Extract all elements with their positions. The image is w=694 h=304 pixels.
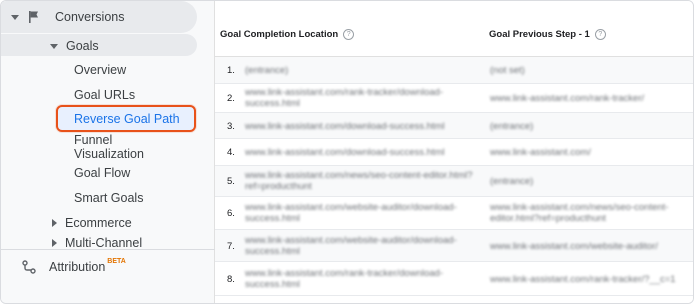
- goal-location-cell: www.link-assistant.com/website-auditor/d…: [245, 235, 457, 257]
- sidebar-item-label: Goal URLs: [74, 88, 136, 102]
- sidebar-item-visualization[interactable]: Visualization: [74, 147, 144, 161]
- column-header-goal-completion-location[interactable]: Goal Completion Location ?: [220, 29, 355, 40]
- nav-multichannel-label: Multi-Channel: [65, 236, 143, 250]
- table-row: 2. www.link-assistant.com/rank-tracker/d…: [215, 84, 693, 113]
- nav-ecommerce-label: Ecommerce: [65, 216, 132, 230]
- previous-step-cell: www.link-assistant.com/rank-tracker/: [490, 93, 645, 104]
- row-index: 5.: [227, 176, 235, 187]
- table-header: Goal Completion Location ? Goal Previous…: [215, 1, 693, 57]
- goal-location-cell: (entrance): [245, 65, 289, 76]
- caret-down-icon: [11, 14, 19, 20]
- goal-location-cell: www.link-assistant.com/download-success.…: [245, 121, 445, 132]
- nav-goals-label: Goals: [66, 39, 99, 53]
- sidebar-item-label: Overview: [74, 63, 127, 77]
- column-header-label: Goal Previous Step - 1: [489, 29, 590, 40]
- previous-step-cell: (entrance): [490, 176, 534, 187]
- table-row: 6. www.link-assistant.com/website-audito…: [215, 197, 693, 230]
- nav-multichannel[interactable]: Multi-Channel: [52, 236, 142, 250]
- caret-down-icon: [50, 43, 58, 49]
- sidebar-item-label: Reverse Goal Path: [74, 112, 180, 126]
- previous-step-cell: www.link-assistant.com/: [490, 147, 591, 158]
- previous-step-cell: www.link-assistant.com/rank-tracker/?__c…: [490, 274, 676, 285]
- goal-location-cell: www.link-assistant.com/rank-tracker/down…: [245, 87, 443, 109]
- beta-badge: BETA: [107, 257, 126, 265]
- attribution-icon: [22, 260, 36, 274]
- sidebar-item-label: Funnel: [74, 133, 113, 147]
- table-row: 7. www.link-assistant.com/website-audito…: [215, 230, 693, 262]
- app-frame: Conversions Goals Overview Goal URLs Rev…: [0, 0, 694, 304]
- goal-location-cell: www.link-assistant.com/download-success.…: [245, 147, 445, 158]
- nav-attribution-label: Attribution: [49, 260, 106, 274]
- nav-conversions[interactable]: Conversions: [11, 10, 124, 24]
- table-row: 4. www.link-assistant.com/download-succe…: [215, 139, 693, 166]
- sidebar-divider: [1, 249, 215, 250]
- previous-step-cell: www.link-assistant.com/website-auditor/: [490, 241, 658, 252]
- sidebar-item-funnel[interactable]: Funnel: [74, 133, 112, 147]
- row-index: 1.: [227, 65, 235, 76]
- sidebar-item-label: Smart Goals: [74, 191, 144, 205]
- row-index: 4.: [227, 147, 235, 158]
- table-row: 1. (entrance) (not set): [215, 57, 693, 84]
- column-header-goal-previous-step[interactable]: Goal Previous Step - 1 ?: [489, 29, 606, 40]
- row-index: 2.: [227, 93, 235, 104]
- sidebar-item-goal-flow[interactable]: Goal Flow: [74, 166, 130, 180]
- previous-step-cell: (entrance): [490, 121, 534, 132]
- row-index: 7.: [227, 241, 235, 252]
- row-index: 3.: [227, 121, 235, 132]
- table-row: 3. www.link-assistant.com/download-succe…: [215, 113, 693, 139]
- goal-location-cell: www.link-assistant.com/website-auditor/d…: [245, 202, 457, 224]
- previous-step-cell: (not set): [490, 65, 525, 76]
- sidebar-nav: Conversions Goals Overview Goal URLs Rev…: [1, 1, 215, 303]
- sidebar-item-reverse-goal-path[interactable]: Reverse Goal Path: [74, 112, 180, 126]
- nav-goals[interactable]: Goals: [50, 39, 99, 53]
- row-index: 8.: [227, 274, 235, 285]
- caret-right-icon: [52, 239, 57, 247]
- help-icon[interactable]: ?: [594, 29, 606, 40]
- sidebar-item-smart-goals[interactable]: Smart Goals: [74, 191, 143, 205]
- nav-ecommerce[interactable]: Ecommerce: [52, 216, 132, 230]
- nav-attribution[interactable]: Attribution BETA: [21, 257, 126, 275]
- nav-conversions-label: Conversions: [55, 10, 125, 24]
- sidebar-item-overview[interactable]: Overview: [74, 63, 126, 77]
- sidebar-item-goal-urls[interactable]: Goal URLs: [74, 88, 135, 102]
- row-index: 6.: [227, 208, 235, 219]
- goals-highlight: [1, 34, 197, 56]
- sidebar-item-label: Goal Flow: [74, 166, 131, 180]
- previous-step-cell: www.link-assistant.com/news/seo-content-…: [490, 202, 669, 224]
- caret-right-icon: [52, 219, 57, 227]
- sidebar-item-label: Visualization: [74, 147, 144, 161]
- column-header-label: Goal Completion Location: [220, 29, 339, 40]
- report-table: Goal Completion Location ? Goal Previous…: [215, 1, 693, 303]
- goal-location-cell: www.link-assistant.com/news/seo-content-…: [245, 170, 473, 192]
- table-row: 5. www.link-assistant.com/news/seo-conte…: [215, 166, 693, 197]
- table-row: 8. www.link-assistant.com/rank-tracker/d…: [215, 262, 693, 296]
- goal-location-cell: www.link-assistant.com/rank-tracker/down…: [245, 268, 443, 290]
- flag-icon: [29, 11, 38, 23]
- help-icon[interactable]: ?: [343, 29, 355, 40]
